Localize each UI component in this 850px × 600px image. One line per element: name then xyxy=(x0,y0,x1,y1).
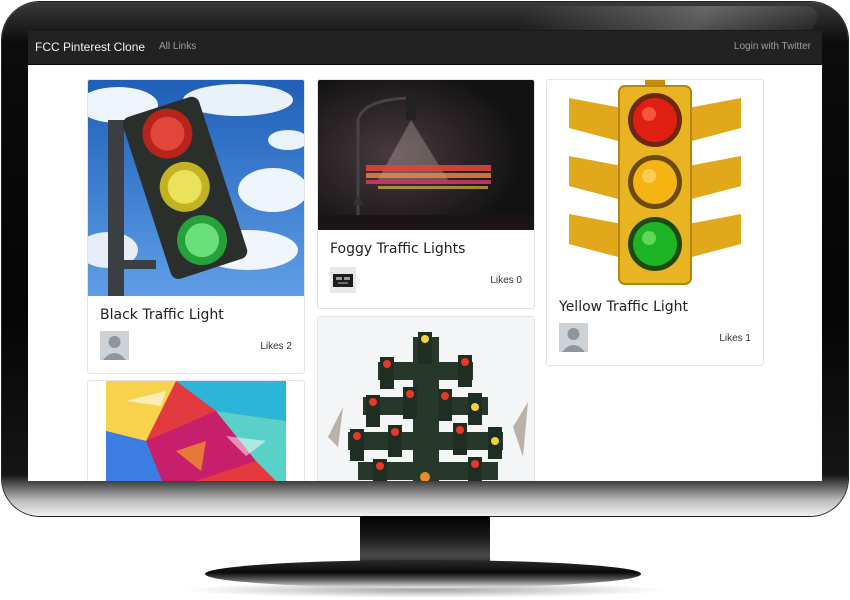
likes-count: Likes 1 xyxy=(719,333,751,344)
pin-card[interactable] xyxy=(317,316,535,481)
pin-card[interactable]: Black Traffic Light Likes 2 xyxy=(87,79,305,374)
card-title: Foggy Traffic Lights xyxy=(330,241,466,257)
user-photo-icon xyxy=(330,267,356,293)
login-twitter-link[interactable]: Login with Twitter xyxy=(734,41,811,52)
user-avatar[interactable] xyxy=(100,331,129,360)
pin-card[interactable] xyxy=(87,380,305,481)
user-avatar[interactable] xyxy=(559,323,588,352)
pin-card[interactable]: Foggy Traffic Lights Likes 0 xyxy=(317,79,535,309)
monitor-stand-base xyxy=(205,560,641,588)
nav-all-links[interactable]: All Links xyxy=(159,41,196,52)
monitor-screen: FCC Pinterest Clone All Links Login with… xyxy=(28,31,822,481)
likes-count: Likes 0 xyxy=(490,275,522,286)
yellow-traffic-light-image[interactable] xyxy=(547,80,763,290)
likes-count: Likes 2 xyxy=(260,341,292,352)
card-title: Yellow Traffic Light xyxy=(559,299,689,315)
navbar: FCC Pinterest Clone All Links Login with… xyxy=(28,31,822,65)
pin-card[interactable]: Yellow Traffic Light Likes 1 xyxy=(546,79,764,366)
foggy-traffic-lights-image[interactable] xyxy=(318,80,534,230)
monitor-gloss xyxy=(511,6,829,30)
abstract-painting-image[interactable] xyxy=(106,381,286,481)
traffic-light-sky-image[interactable] xyxy=(88,80,304,296)
navbar-brand[interactable]: FCC Pinterest Clone xyxy=(35,40,145,54)
user-avatar[interactable] xyxy=(330,267,356,293)
card-title: Black Traffic Light xyxy=(100,307,224,323)
default-user-icon xyxy=(559,323,588,352)
traffic-light-tree-image[interactable] xyxy=(318,317,534,481)
default-user-icon xyxy=(100,331,129,360)
